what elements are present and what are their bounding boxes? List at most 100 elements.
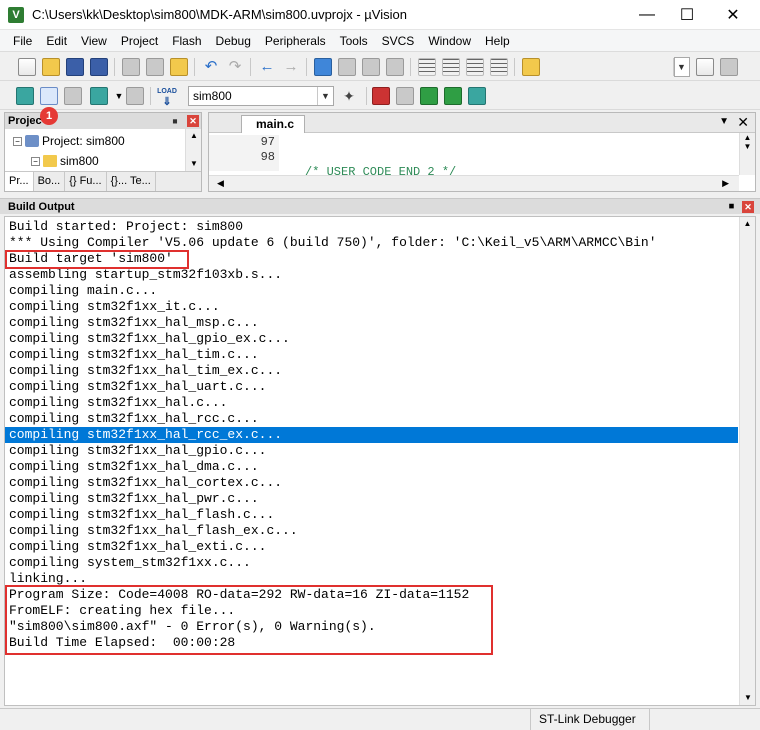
download-load-button[interactable]: LOAD ⇓ (156, 87, 178, 108)
navigate-forward-icon[interactable]: → (282, 58, 300, 76)
target-select[interactable]: sim800 ▼ (188, 86, 334, 106)
build-output-title: Build Output (8, 201, 75, 213)
menu-window[interactable]: Window (421, 30, 478, 52)
event-recorder-icon[interactable] (468, 87, 486, 105)
clear-bookmarks-icon[interactable] (386, 58, 404, 76)
previous-bookmark-icon[interactable] (338, 58, 356, 76)
stop-build-icon[interactable] (126, 87, 144, 105)
build-toolbar: ▼ LOAD ⇓ sim800 ▼ ✦ (0, 82, 760, 110)
tab-functions[interactable]: {} Fu... (65, 172, 107, 191)
find-in-files-icon[interactable] (522, 58, 540, 76)
new-file-icon[interactable] (18, 58, 36, 76)
scroll-right-icon[interactable]: ▶ (722, 178, 729, 189)
tab-list-dropdown-icon[interactable]: ▼ (719, 116, 729, 127)
uncomment-icon[interactable] (490, 58, 508, 76)
tree-item-project[interactable]: − Project: sim800 (13, 133, 125, 149)
menu-file[interactable]: File (6, 30, 39, 52)
rebuild-icon[interactable] (64, 87, 82, 105)
output-vertical-scrollbar[interactable]: ▲ ▼ (739, 217, 755, 705)
load-label: LOAD (157, 88, 177, 95)
tab-main-c[interactable]: main.c (241, 115, 305, 133)
tab-templates[interactable]: {}... Te... (107, 172, 156, 191)
collapse-toggle-icon[interactable]: − (31, 156, 40, 166)
output-line-selected[interactable]: compiling stm32f1xx_hal_rcc_ex.c... (5, 427, 738, 443)
next-bookmark-icon[interactable] (362, 58, 380, 76)
manage-run-time-environment-icon[interactable] (420, 87, 438, 105)
undo-icon[interactable]: ↶ (202, 58, 220, 76)
translate-icon[interactable] (16, 87, 34, 105)
redo-icon[interactable]: ↷ (226, 58, 244, 76)
options-for-target-icon[interactable]: ✦ (340, 87, 358, 105)
scroll-down-icon[interactable]: ▼ (740, 691, 755, 705)
close-icon[interactable]: ✕ (742, 201, 754, 213)
unindent-icon[interactable] (442, 58, 460, 76)
editor-horizontal-scrollbar[interactable]: ◀ ▶ (209, 175, 739, 191)
build-output-pane[interactable]: Build started: Project: sim800 *** Using… (4, 216, 756, 706)
tree-item-target[interactable]: − sim800 (31, 153, 99, 169)
comment-icon[interactable] (466, 58, 484, 76)
bookmark-icon[interactable] (314, 58, 332, 76)
step-number-badge: 1 (40, 107, 58, 125)
menu-edit[interactable]: Edit (39, 30, 74, 52)
output-line: compiling system_stm32f1xx.c... (9, 555, 251, 570)
project-panel-tabs: Pr... Bo... {} Fu... {}... Te... (5, 171, 201, 191)
project-panel: Projec ⏹ ✕ − Project: sim800 − sim800 ▲ … (4, 112, 202, 192)
pin-icon[interactable]: ⏹ (169, 115, 181, 127)
uvision-app-icon: V (8, 6, 24, 23)
manage-project-items-icon[interactable] (372, 87, 390, 105)
batch-build-icon[interactable] (90, 87, 108, 105)
select-software-packs-icon[interactable] (396, 87, 414, 105)
project-panel-title: Projec (8, 115, 42, 127)
tab-books[interactable]: Bo... (34, 172, 66, 191)
incremental-find-icon[interactable] (696, 58, 714, 76)
close-window-button[interactable]: ✕ (710, 0, 756, 30)
scroll-up-icon[interactable]: ▲ (740, 217, 755, 231)
toolbar-separator (250, 58, 251, 76)
editor-vertical-scrollbar[interactable]: ▲ ▼ (739, 133, 755, 175)
output-line: compiling stm32f1xx_hal_exti.c... (9, 539, 267, 554)
build-button[interactable] (40, 87, 58, 105)
pin-icon[interactable]: ⏹ (729, 199, 734, 215)
line-number: 97 (260, 135, 275, 149)
debug-session-icon[interactable] (720, 58, 738, 76)
build-output-header: Build Output ⏹ ✕ (0, 198, 760, 214)
pack-installer-icon[interactable] (444, 87, 462, 105)
menu-flash[interactable]: Flash (165, 30, 208, 52)
close-icon[interactable]: ✕ (187, 115, 199, 127)
menu-peripherals[interactable]: Peripherals (258, 30, 333, 52)
output-line: compiling stm32f1xx_hal_cortex.c... (9, 475, 283, 490)
scroll-left-icon[interactable]: ◀ (217, 178, 224, 189)
collapse-toggle-icon[interactable]: − (13, 136, 22, 146)
menu-help[interactable]: Help (478, 30, 517, 52)
menu-project[interactable]: Project (114, 30, 165, 52)
output-line: compiling stm32f1xx_hal.c... (9, 395, 228, 410)
menu-view[interactable]: View (74, 30, 114, 52)
output-line: compiling stm32f1xx_hal_flash_ex.c... (9, 523, 298, 538)
scroll-down-icon[interactable]: ▼ (186, 157, 202, 171)
paste-icon[interactable] (170, 58, 188, 76)
maximize-button[interactable]: ☐ (664, 0, 710, 30)
close-tab-icon[interactable]: ✕ (737, 114, 749, 131)
menu-svcs[interactable]: SVCS (375, 30, 422, 52)
open-file-icon[interactable] (42, 58, 60, 76)
project-scrollbar[interactable]: ▲ ▼ (185, 129, 201, 171)
navigate-back-icon[interactable]: ← (258, 58, 276, 76)
indent-icon[interactable] (418, 58, 436, 76)
scroll-up-icon[interactable]: ▲ (186, 129, 202, 143)
menu-debug[interactable]: Debug (209, 30, 258, 52)
cut-icon[interactable] (122, 58, 140, 76)
highlight-box-build-target (5, 250, 189, 269)
output-line: compiling stm32f1xx_hal_uart.c... (9, 379, 267, 394)
output-line: compiling stm32f1xx_hal_dma.c... (9, 459, 259, 474)
output-line: *** Using Compiler 'V5.06 update 6 (buil… (9, 235, 657, 250)
menu-tools[interactable]: Tools (333, 30, 375, 52)
tab-project[interactable]: Pr... (5, 172, 34, 191)
chevron-down-icon[interactable]: ▼ (317, 87, 333, 105)
save-all-icon[interactable] (90, 58, 108, 76)
save-icon[interactable] (66, 58, 84, 76)
find-combo[interactable]: ▼ (673, 57, 690, 77)
output-line: compiling stm32f1xx_hal_flash.c... (9, 507, 275, 522)
copy-icon[interactable] (146, 58, 164, 76)
chevron-down-icon[interactable]: ▼ (673, 58, 689, 76)
editor-panel: main.c ▼ ✕ 97 98 /* USER CODE END 2 */ ▲… (208, 112, 756, 192)
